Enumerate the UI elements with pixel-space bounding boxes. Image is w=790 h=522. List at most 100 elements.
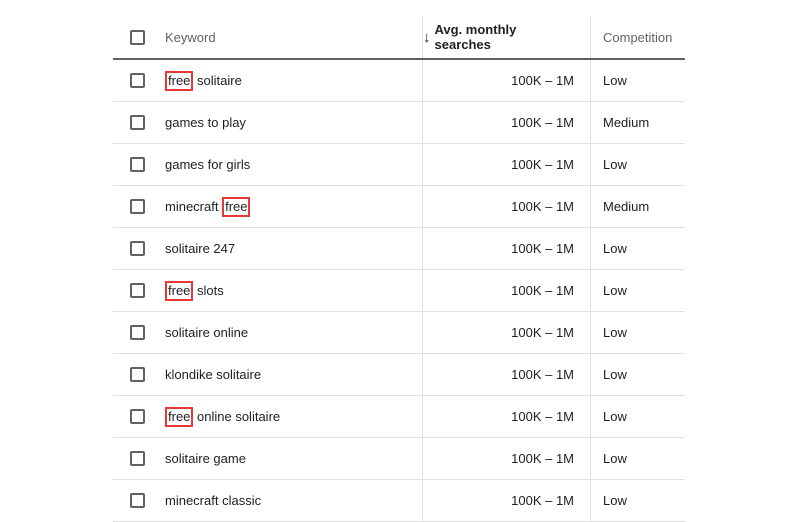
header-competition[interactable]: Competition — [591, 16, 685, 58]
keyword-cell[interactable]: solitaire online — [161, 312, 423, 353]
keyword-text: free online solitaire — [165, 407, 280, 427]
competition-value: Low — [603, 451, 627, 466]
keyword-text: minecraft free — [165, 197, 250, 217]
table-row: solitaire game 100K – 1M Low — [113, 438, 685, 480]
searches-cell: 100K – 1M — [423, 354, 591, 395]
competition-value: Low — [603, 157, 627, 172]
searches-value: 100K – 1M — [511, 367, 574, 382]
keyword-cell[interactable]: minecraft classic — [161, 480, 423, 521]
keyword-cell[interactable]: solitaire game — [161, 438, 423, 479]
table-row: free slots 100K – 1M Low — [113, 270, 685, 312]
searches-cell: 100K – 1M — [423, 60, 591, 101]
searches-cell: 100K – 1M — [423, 102, 591, 143]
table-row: solitaire 247 100K – 1M Low — [113, 228, 685, 270]
searches-cell: 100K – 1M — [423, 228, 591, 269]
searches-value: 100K – 1M — [511, 283, 574, 298]
row-checkbox-cell — [113, 493, 161, 508]
row-checkbox-cell — [113, 283, 161, 298]
row-checkbox[interactable] — [130, 73, 145, 88]
table-row: klondike solitaire 100K – 1M Low — [113, 354, 685, 396]
keyword-text: solitaire game — [165, 451, 246, 466]
row-checkbox[interactable] — [130, 325, 145, 340]
keyword-cell[interactable]: games to play — [161, 102, 423, 143]
row-checkbox-cell — [113, 73, 161, 88]
keyword-cell[interactable]: free online solitaire — [161, 396, 423, 437]
searches-value: 100K – 1M — [511, 157, 574, 172]
row-checkbox-cell — [113, 241, 161, 256]
header-searches-label: Avg. monthly searches — [435, 22, 575, 52]
competition-value: Low — [603, 325, 627, 340]
row-checkbox[interactable] — [130, 199, 145, 214]
competition-cell: Low — [591, 438, 685, 479]
keyword-cell[interactable]: minecraft free — [161, 186, 423, 227]
row-checkbox-cell — [113, 409, 161, 424]
row-checkbox[interactable] — [130, 409, 145, 424]
table-row: solitaire online 100K – 1M Low — [113, 312, 685, 354]
keyword-text: free solitaire — [165, 71, 242, 91]
keyword-highlight: free — [165, 407, 193, 427]
searches-cell: 100K – 1M — [423, 270, 591, 311]
competition-cell: Low — [591, 396, 685, 437]
row-checkbox[interactable] — [130, 283, 145, 298]
sort-arrow-down-icon: ↓ — [423, 30, 431, 45]
searches-value: 100K – 1M — [511, 409, 574, 424]
competition-value: Low — [603, 241, 627, 256]
keyword-highlight: free — [222, 197, 250, 217]
keyword-highlight: free — [165, 71, 193, 91]
keyword-text: klondike solitaire — [165, 367, 261, 382]
competition-value: Low — [603, 409, 627, 424]
competition-cell: Low — [591, 60, 685, 101]
competition-value: Medium — [603, 199, 649, 214]
searches-cell: 100K – 1M — [423, 186, 591, 227]
competition-value: Medium — [603, 115, 649, 130]
table-row: free solitaire 100K – 1M Low — [113, 60, 685, 102]
keyword-text: solitaire online — [165, 325, 248, 340]
competition-cell: Medium — [591, 102, 685, 143]
table-row: minecraft free 100K – 1M Medium — [113, 186, 685, 228]
competition-cell: Low — [591, 312, 685, 353]
row-checkbox-cell — [113, 115, 161, 130]
row-checkbox[interactable] — [130, 367, 145, 382]
row-checkbox[interactable] — [130, 493, 145, 508]
row-checkbox[interactable] — [130, 451, 145, 466]
table-row: free online solitaire 100K – 1M Low — [113, 396, 685, 438]
table-row: games for girls 100K – 1M Low — [113, 144, 685, 186]
row-checkbox[interactable] — [130, 157, 145, 172]
keyword-text: games for girls — [165, 157, 250, 172]
header-searches[interactable]: ↓ Avg. monthly searches — [423, 16, 591, 58]
keyword-table: Keyword ↓ Avg. monthly searches Competit… — [113, 16, 685, 522]
searches-value: 100K – 1M — [511, 325, 574, 340]
keyword-cell[interactable]: free solitaire — [161, 60, 423, 101]
competition-value: Low — [603, 367, 627, 382]
row-checkbox-cell — [113, 199, 161, 214]
competition-cell: Low — [591, 480, 685, 521]
keyword-highlight: free — [165, 281, 193, 301]
competition-value: Low — [603, 283, 627, 298]
competition-cell: Low — [591, 354, 685, 395]
keyword-cell[interactable]: klondike solitaire — [161, 354, 423, 395]
searches-cell: 100K – 1M — [423, 480, 591, 521]
header-competition-label: Competition — [603, 30, 672, 45]
competition-cell: Medium — [591, 186, 685, 227]
keyword-text: free slots — [165, 281, 224, 301]
keyword-cell[interactable]: solitaire 247 — [161, 228, 423, 269]
searches-value: 100K – 1M — [511, 451, 574, 466]
table-header-row: Keyword ↓ Avg. monthly searches Competit… — [113, 16, 685, 60]
searches-cell: 100K – 1M — [423, 312, 591, 353]
table-row: games to play 100K – 1M Medium — [113, 102, 685, 144]
competition-value: Low — [603, 73, 627, 88]
keyword-cell[interactable]: free slots — [161, 270, 423, 311]
select-all-checkbox[interactable] — [130, 30, 145, 45]
competition-cell: Low — [591, 144, 685, 185]
searches-value: 100K – 1M — [511, 73, 574, 88]
competition-value: Low — [603, 493, 627, 508]
searches-value: 100K – 1M — [511, 199, 574, 214]
searches-value: 100K – 1M — [511, 115, 574, 130]
keyword-text: solitaire 247 — [165, 241, 235, 256]
keyword-text: minecraft classic — [165, 493, 261, 508]
keyword-cell[interactable]: games for girls — [161, 144, 423, 185]
row-checkbox[interactable] — [130, 115, 145, 130]
searches-value: 100K – 1M — [511, 493, 574, 508]
header-keyword[interactable]: Keyword — [161, 16, 423, 58]
row-checkbox[interactable] — [130, 241, 145, 256]
